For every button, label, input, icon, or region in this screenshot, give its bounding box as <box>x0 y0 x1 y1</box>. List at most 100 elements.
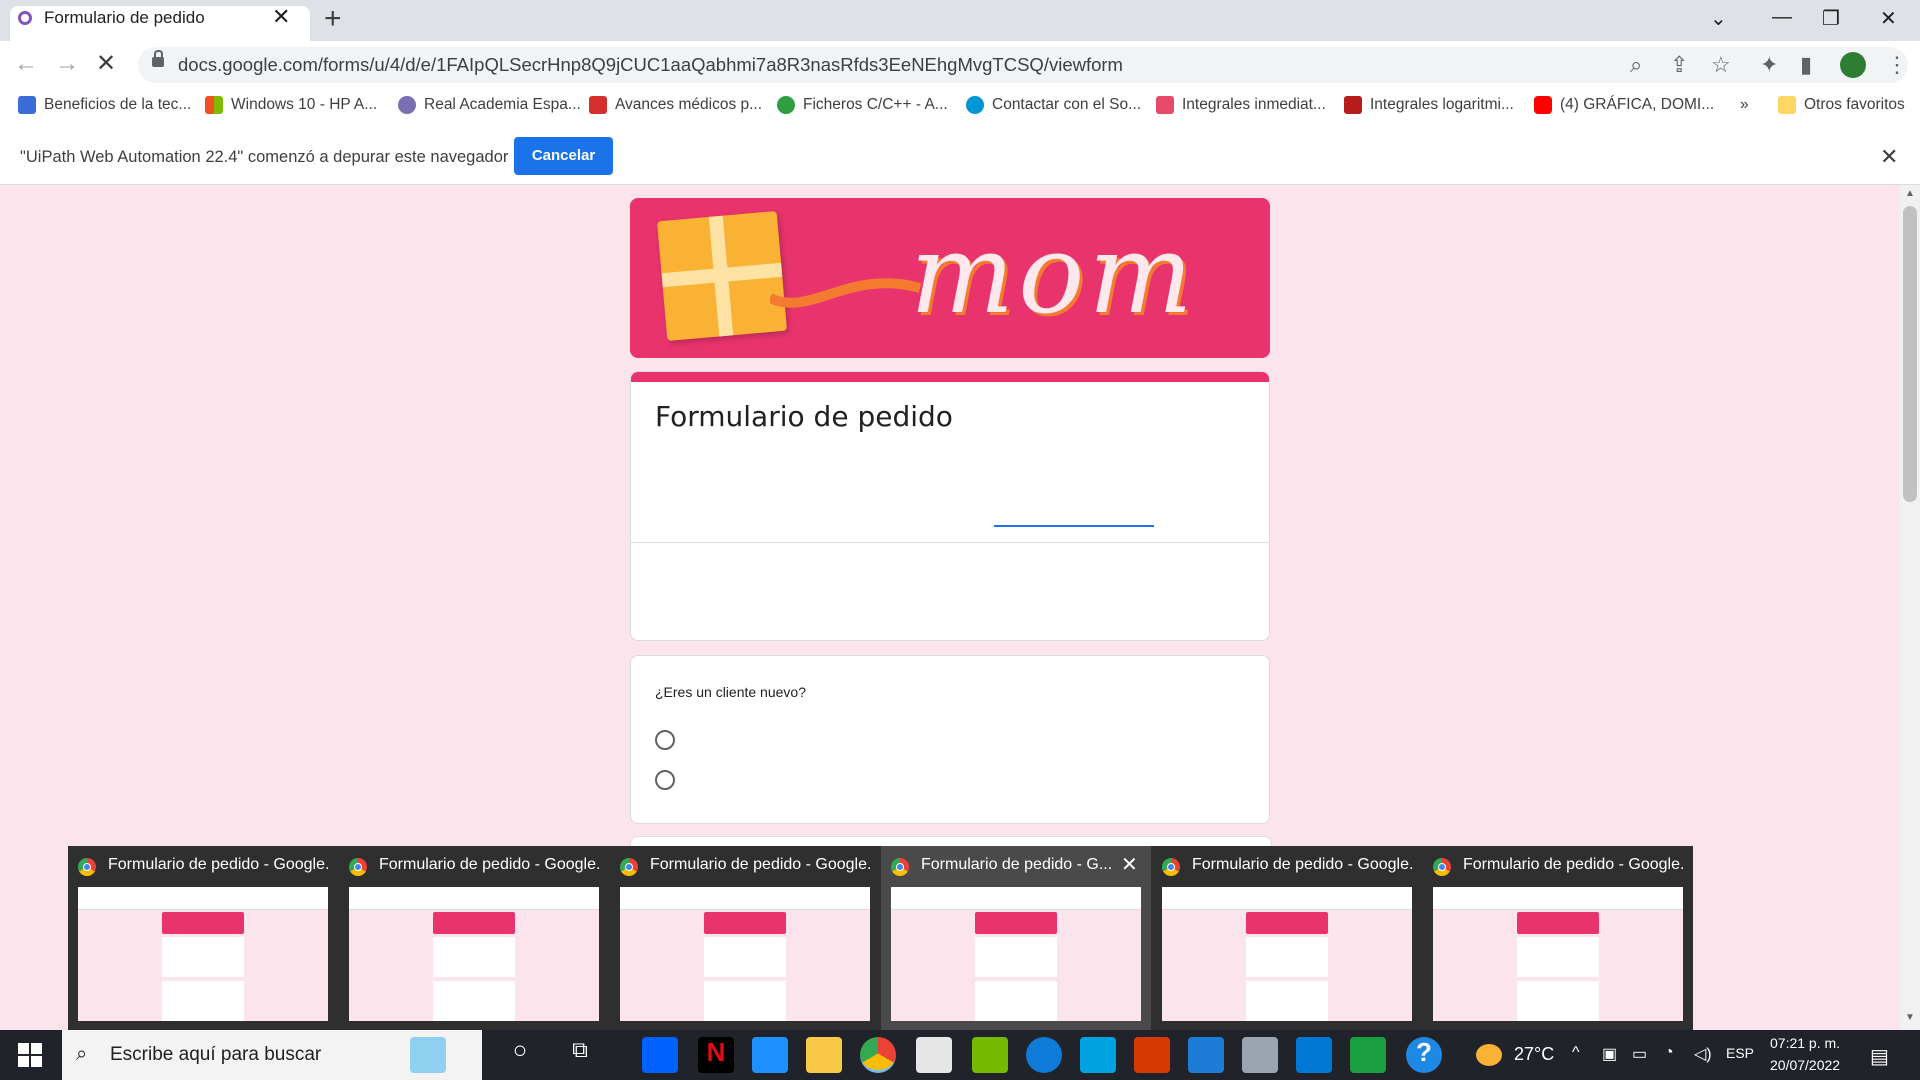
back-button[interactable]: ← <box>14 50 38 78</box>
window-preview-hovered[interactable]: Formulario de pedido - G... ✕ <box>881 846 1151 1030</box>
preview-title: Formulario de pedido - G... <box>921 856 1111 873</box>
edge-icon[interactable] <box>1026 1037 1062 1073</box>
preview-thumbnail <box>891 887 1141 1021</box>
window-preview[interactable]: Formulario de pedido - Google... <box>1152 846 1422 1030</box>
preview-title: Formulario de pedido - Google... <box>108 856 330 873</box>
bookmark-favicon-icon <box>1156 96 1174 114</box>
scrollbar-thumb[interactable] <box>1903 206 1917 502</box>
dropbox-icon[interactable] <box>642 1037 678 1073</box>
scroll-down-arrow-icon[interactable]: ▼ <box>1905 1012 1915 1023</box>
media-player-icon[interactable] <box>1350 1037 1386 1073</box>
notifications-icon[interactable]: ▤ <box>1870 1044 1889 1069</box>
weather-cloud-sun-icon[interactable] <box>1476 1044 1502 1066</box>
minimize-button[interactable]: — <box>1772 6 1792 29</box>
close-window-button[interactable]: ✕ <box>1880 6 1897 31</box>
tab-title: Formulario de pedido <box>44 8 205 27</box>
taskbar-search-placeholder[interactable]: Escribe aquí para buscar <box>110 1044 321 1066</box>
printer-app-icon[interactable] <box>1242 1037 1278 1073</box>
preview-thumbnail <box>1162 887 1412 1021</box>
form-header-banner: mom <box>630 198 1270 358</box>
window-preview[interactable]: Formulario de pedido - Google... <box>1423 846 1693 1030</box>
preview-title: Formulario de pedido - Google... <box>1463 856 1685 873</box>
task-view-icon[interactable]: ⧉ <box>562 1037 598 1073</box>
bookmark-item[interactable]: Integrales logaritmi... <box>1344 96 1514 114</box>
app-c-icon[interactable] <box>1080 1037 1116 1073</box>
preview-thumbnail <box>620 887 870 1021</box>
bookmark-label: Integrales inmediat... <box>1182 96 1326 113</box>
preview-title: Formulario de pedido - Google... <box>650 856 872 873</box>
bookmarks-overflow-button[interactable]: » <box>1740 96 1749 114</box>
bookmark-label: Integrales logaritmi... <box>1370 96 1514 113</box>
bookmark-item[interactable]: Contactar con el So... <box>966 96 1141 114</box>
menu-kebab-icon[interactable]: ⋮ <box>1886 52 1908 78</box>
cortana-icon[interactable]: ○ <box>502 1037 538 1073</box>
bookmark-item[interactable]: Ficheros C/C++ - A... <box>777 96 948 114</box>
loading-indicator <box>994 525 1154 527</box>
radio-option-2[interactable] <box>655 770 675 790</box>
weather-temperature[interactable]: 27°C <box>1514 1044 1554 1065</box>
file-explorer-icon[interactable] <box>806 1037 842 1073</box>
preview-close-icon[interactable]: ✕ <box>1121 852 1138 877</box>
microsoft-store-icon[interactable] <box>916 1037 952 1073</box>
bookmark-item[interactable]: Windows 10 - HP A... <box>205 96 377 114</box>
clock-date[interactable]: 20/07/2022 <box>1770 1057 1840 1073</box>
url-text[interactable]: docs.google.com/forms/u/4/d/e/1FAIpQLSec… <box>178 54 1123 76</box>
other-bookmarks-label: Otros favoritos <box>1804 96 1905 113</box>
window-preview[interactable]: Formulario de pedido - Google... <box>339 846 609 1030</box>
gift-box-image <box>656 210 788 342</box>
nvidia-icon[interactable] <box>972 1037 1008 1073</box>
tray-chevron-up-icon[interactable]: ^ <box>1572 1044 1580 1062</box>
mail-icon[interactable] <box>752 1037 788 1073</box>
forward-button[interactable]: → <box>55 50 79 78</box>
bookmark-label: Contactar con el So... <box>992 96 1142 113</box>
restore-button[interactable]: ❐ <box>1822 6 1840 31</box>
netflix-icon[interactable]: N <box>698 1037 734 1073</box>
bookmark-label: (4) GRÁFICA, DOMI... <box>1560 96 1715 113</box>
bookmark-item[interactable]: Beneficios de la tec... <box>18 96 191 114</box>
scroll-up-arrow-icon[interactable]: ▲ <box>1905 188 1915 199</box>
app-s-icon[interactable] <box>1188 1037 1224 1073</box>
zoom-icon[interactable]: ⌕ <box>1630 52 1642 78</box>
folder-icon <box>1778 96 1796 114</box>
bookmark-star-icon[interactable]: ☆ <box>1711 52 1731 78</box>
new-tab-button[interactable]: + <box>324 4 342 34</box>
bookmark-item[interactable]: Real Academia Espa... <box>398 96 581 114</box>
rae-favicon-icon <box>398 96 416 114</box>
side-panel-icon[interactable]: ▮ <box>1800 52 1812 78</box>
preview-thumbnail <box>349 887 599 1021</box>
tab-close-icon[interactable]: ✕ <box>272 4 290 30</box>
other-bookmarks-folder[interactable]: Otros favoritos <box>1778 96 1905 114</box>
bookmark-item[interactable]: Avances médicos p... <box>589 96 762 114</box>
clock-time[interactable]: 07:21 p. m. <box>1770 1035 1840 1051</box>
search-highlight-icon[interactable] <box>410 1037 446 1073</box>
share-icon[interactable]: ⇪ <box>1670 52 1688 78</box>
bookmark-label: Real Academia Espa... <box>424 96 581 113</box>
stop-loading-button[interactable]: ✕ <box>96 50 116 78</box>
bookmark-item[interactable]: Integrales inmediat... <box>1156 96 1326 114</box>
outlook-icon[interactable] <box>1296 1037 1332 1073</box>
help-icon[interactable]: ? <box>1406 1037 1442 1073</box>
window-preview[interactable]: Formulario de pedido - Google... <box>610 846 880 1030</box>
infobar-close-icon[interactable]: ✕ <box>1880 144 1898 170</box>
start-windows-icon[interactable] <box>18 1043 42 1067</box>
profile-avatar[interactable] <box>1840 52 1866 78</box>
chrome-icon <box>1162 858 1180 876</box>
form-title: Formulario de pedido <box>655 400 953 433</box>
volume-icon[interactable]: ◁) <box>1694 1044 1712 1064</box>
cancel-button[interactable]: Cancelar <box>514 137 613 175</box>
extensions-icon[interactable]: ✦ <box>1760 52 1778 78</box>
divider <box>631 542 1269 543</box>
radio-option-1[interactable] <box>655 730 675 750</box>
wifi-icon[interactable]: ◔ <box>1664 1044 1674 1062</box>
tab-search-chevron-icon[interactable]: ⌄ <box>1710 6 1727 31</box>
language-indicator[interactable]: ESP <box>1726 1045 1754 1061</box>
bookmark-item[interactable]: (4) GRÁFICA, DOMI... <box>1534 96 1714 114</box>
meet-now-icon[interactable]: ▣ <box>1602 1044 1617 1064</box>
battery-icon[interactable]: ▭ <box>1632 1044 1647 1064</box>
ribbon-swirl <box>770 278 922 308</box>
lock-icon[interactable] <box>152 50 164 67</box>
chrome-taskbar-icon[interactable] <box>860 1037 896 1073</box>
preview-thumbnail <box>1433 887 1683 1021</box>
window-preview[interactable]: Formulario de pedido - Google... <box>68 846 338 1030</box>
office-icon[interactable] <box>1134 1037 1170 1073</box>
